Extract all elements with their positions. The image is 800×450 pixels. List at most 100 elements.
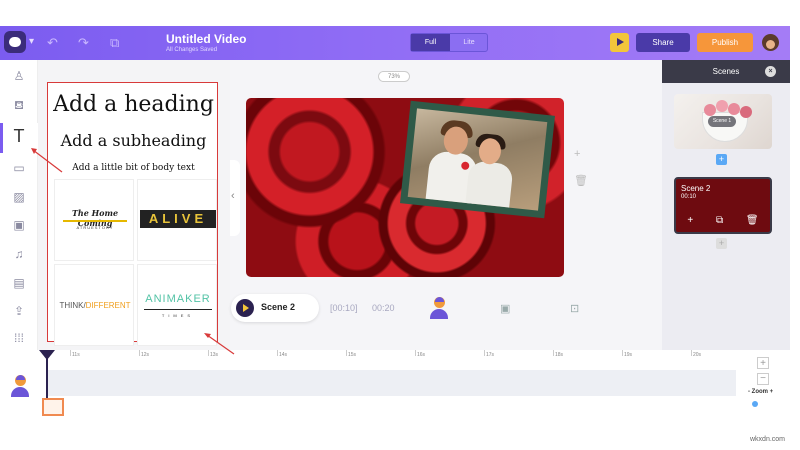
add-scene-button[interactable]: + bbox=[716, 238, 727, 249]
bg-icon[interactable]: ▭ bbox=[8, 157, 30, 179]
character-body bbox=[11, 387, 29, 397]
text-template-animaker-times[interactable]: ANIMAKER TIMES bbox=[137, 264, 217, 346]
template-divider bbox=[144, 309, 212, 310]
timeline-tick-label: 20s bbox=[693, 352, 702, 358]
timeline-tick-label: 17s bbox=[486, 352, 495, 358]
scenes-panel: Scenes × Scene 1 + Scene 2 00:10 + ⧉ 🗑 + bbox=[662, 60, 790, 350]
timeline-track[interactable] bbox=[48, 370, 736, 396]
scene-icon[interactable]: ⛾ bbox=[8, 94, 30, 116]
close-icon[interactable]: × bbox=[765, 66, 776, 77]
character-body bbox=[430, 309, 448, 319]
timeline-tick bbox=[484, 350, 485, 356]
duplicate-icon[interactable]: ⧉ bbox=[110, 35, 119, 51]
music-icon[interactable]: ♫ bbox=[8, 243, 30, 265]
character-head bbox=[434, 297, 445, 308]
share-button[interactable]: Share bbox=[636, 33, 690, 52]
add-scene-button[interactable]: + bbox=[716, 154, 727, 165]
add-body-text[interactable]: Add a little bit of body text bbox=[48, 163, 219, 173]
canvas-side-tools: + 🗑 bbox=[574, 148, 588, 187]
thumb-flower bbox=[704, 104, 716, 116]
app-window: ▾ ↶ ↷ ⧉ Untitled Video All Changes Saved… bbox=[0, 0, 800, 450]
scene-thumb-1[interactable]: Scene 1 bbox=[674, 94, 772, 149]
props-icon[interactable]: ▤ bbox=[8, 272, 30, 294]
mode-toggle[interactable]: Full Lite bbox=[410, 33, 488, 52]
top-bar: ▾ ↶ ↷ ⧉ Untitled Video All Changes Saved… bbox=[0, 26, 790, 60]
template-subtitle: ATRUESTORY bbox=[76, 225, 114, 230]
delete-icon[interactable]: 🗑 bbox=[574, 174, 588, 187]
upload-icon[interactable]: ⇪ bbox=[8, 300, 30, 322]
mode-lite[interactable]: Lite bbox=[450, 34, 488, 51]
delete-icon[interactable]: 🗑 bbox=[746, 215, 759, 231]
zoom-label: - Zoom + bbox=[748, 389, 774, 395]
mode-full[interactable]: Full bbox=[411, 34, 450, 51]
left-rail: ♙ ⛾ T ▭ ▨ ▣ ♫ ▤ ⇪ ⁞⁞⁞ bbox=[0, 60, 38, 350]
timeline-tick-label: 13s bbox=[210, 352, 219, 358]
template-title-part1: THINK/ bbox=[59, 301, 86, 310]
fit-screen-icon[interactable]: ⊡ bbox=[570, 302, 579, 315]
photo-frame[interactable] bbox=[400, 100, 555, 219]
add-element-icon[interactable]: + bbox=[574, 148, 586, 160]
timeline-tick bbox=[70, 350, 71, 356]
template-divider bbox=[63, 220, 127, 222]
text-template-homecoming[interactable]: The Home Coming ATRUESTORY bbox=[54, 179, 134, 261]
scene-thumb-2-title: Scene 2 bbox=[681, 184, 711, 193]
text-panel-highlight: Add a heading Add a subheading Add a lit… bbox=[47, 82, 219, 346]
thumb-flower bbox=[728, 103, 740, 115]
scene-thumb-2[interactable]: Scene 2 00:10 + ⧉ 🗑 bbox=[674, 177, 772, 234]
save-status: All Changes Saved bbox=[166, 47, 218, 53]
add-icon[interactable]: + bbox=[687, 215, 693, 231]
timeline-tick bbox=[139, 350, 140, 356]
time-start: [00:10] bbox=[330, 303, 358, 313]
canvas-zoom-chip[interactable]: 73% bbox=[378, 71, 410, 82]
timeline-tick bbox=[415, 350, 416, 356]
scene-player: Scene 2 bbox=[231, 294, 319, 322]
user-icon[interactable]: ♙ bbox=[8, 65, 30, 87]
template-title: ANIMAKER bbox=[145, 293, 211, 305]
zoom-in-button[interactable]: + bbox=[757, 357, 769, 369]
add-subheading[interactable]: Add a subheading bbox=[48, 131, 219, 150]
scene-thumb-1-label: Scene 1 bbox=[708, 116, 736, 127]
copy-icon[interactable]: ⧉ bbox=[716, 215, 723, 231]
couple-photo bbox=[407, 108, 548, 211]
timeline-character-icon[interactable] bbox=[11, 375, 29, 397]
more-icon[interactable]: ⁞⁞⁞ bbox=[8, 327, 30, 349]
timeline-clip-marker[interactable] bbox=[42, 398, 64, 416]
background-icon[interactable]: ▣ bbox=[500, 302, 510, 315]
timeline-ruler: 11s 12s 13s 14s 15s 16s 17s 18s 19s 20s bbox=[40, 350, 740, 362]
template-title-part2: DIFFERENT bbox=[85, 301, 131, 310]
text-template-think-different[interactable]: THINK/DIFFERENT bbox=[54, 264, 134, 346]
preview-play-button[interactable] bbox=[610, 33, 629, 52]
chevron-down-icon[interactable]: ▾ bbox=[29, 36, 34, 47]
video-icon[interactable]: ▣ bbox=[8, 214, 30, 236]
character-head bbox=[15, 375, 26, 386]
thumb-flower bbox=[716, 100, 728, 112]
timeline-tick bbox=[346, 350, 347, 356]
avatar[interactable] bbox=[762, 34, 779, 51]
logo[interactable] bbox=[4, 31, 26, 53]
timeline-tick bbox=[277, 350, 278, 356]
timeline-tick bbox=[553, 350, 554, 356]
scene-name: Scene 2 bbox=[261, 302, 296, 312]
text-template-alive[interactable]: ALIVE bbox=[137, 179, 217, 261]
add-heading[interactable]: Add a heading bbox=[48, 92, 219, 117]
collapse-panel-tab[interactable] bbox=[230, 160, 240, 236]
zoom-slider-handle[interactable] bbox=[752, 401, 758, 407]
photo-person-body bbox=[463, 160, 514, 211]
timeline-tick-label: 11s bbox=[72, 352, 80, 358]
timeline-tick bbox=[691, 350, 692, 356]
zoom-out-button[interactable]: − bbox=[757, 373, 769, 385]
scene-play-button[interactable] bbox=[236, 299, 254, 317]
publish-button[interactable]: Publish bbox=[697, 33, 753, 52]
character-icon[interactable] bbox=[430, 297, 448, 319]
image-icon[interactable]: ▨ bbox=[8, 186, 30, 208]
time-end: 00:20 bbox=[372, 303, 395, 313]
template-title: THINK/DIFFERENT bbox=[55, 301, 135, 310]
video-title[interactable]: Untitled Video bbox=[166, 32, 246, 46]
template-subtitle: TIMES bbox=[161, 313, 195, 318]
text-icon[interactable]: T bbox=[8, 125, 30, 147]
timeline-tick bbox=[208, 350, 209, 356]
undo-icon[interactable]: ↶ bbox=[47, 35, 58, 51]
redo-icon[interactable]: ↷ bbox=[78, 35, 89, 51]
timeline-tick-label: 19s bbox=[624, 352, 633, 358]
template-title: ALIVE bbox=[140, 210, 216, 228]
